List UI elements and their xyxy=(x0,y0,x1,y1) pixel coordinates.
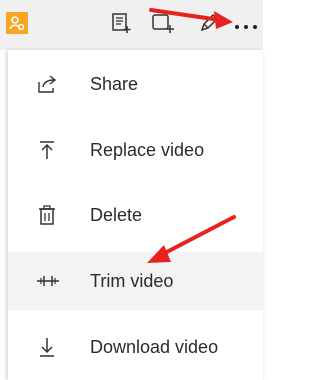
menu-item-label: Replace video xyxy=(90,139,205,160)
trim-icon xyxy=(36,270,59,292)
menu-item-label: Share xyxy=(90,73,139,94)
menu-item-download-video[interactable]: Download video xyxy=(8,318,263,376)
user-icon[interactable] xyxy=(6,12,28,34)
menu-item-label: Trim video xyxy=(90,270,174,291)
list-add-icon[interactable] xyxy=(110,12,134,36)
menu-item-delete[interactable]: Delete xyxy=(8,186,263,244)
context-menu: Share Replace video Delete Trim video Do… xyxy=(8,50,263,380)
toolbar xyxy=(0,0,263,50)
download-icon xyxy=(36,336,58,358)
add-frame-icon[interactable] xyxy=(151,12,175,36)
share-icon xyxy=(36,73,58,95)
trash-icon xyxy=(36,204,58,226)
more-options-icon[interactable] xyxy=(232,20,260,34)
menu-item-label: Delete xyxy=(90,204,143,225)
menu-item-replace-video[interactable]: Replace video xyxy=(8,121,263,179)
menu-item-trim-video[interactable]: Trim video xyxy=(8,252,263,310)
menu-item-label: Download video xyxy=(90,336,219,357)
pen-icon[interactable] xyxy=(198,12,222,36)
menu-item-share[interactable]: Share xyxy=(8,55,263,113)
upload-icon xyxy=(36,139,58,161)
